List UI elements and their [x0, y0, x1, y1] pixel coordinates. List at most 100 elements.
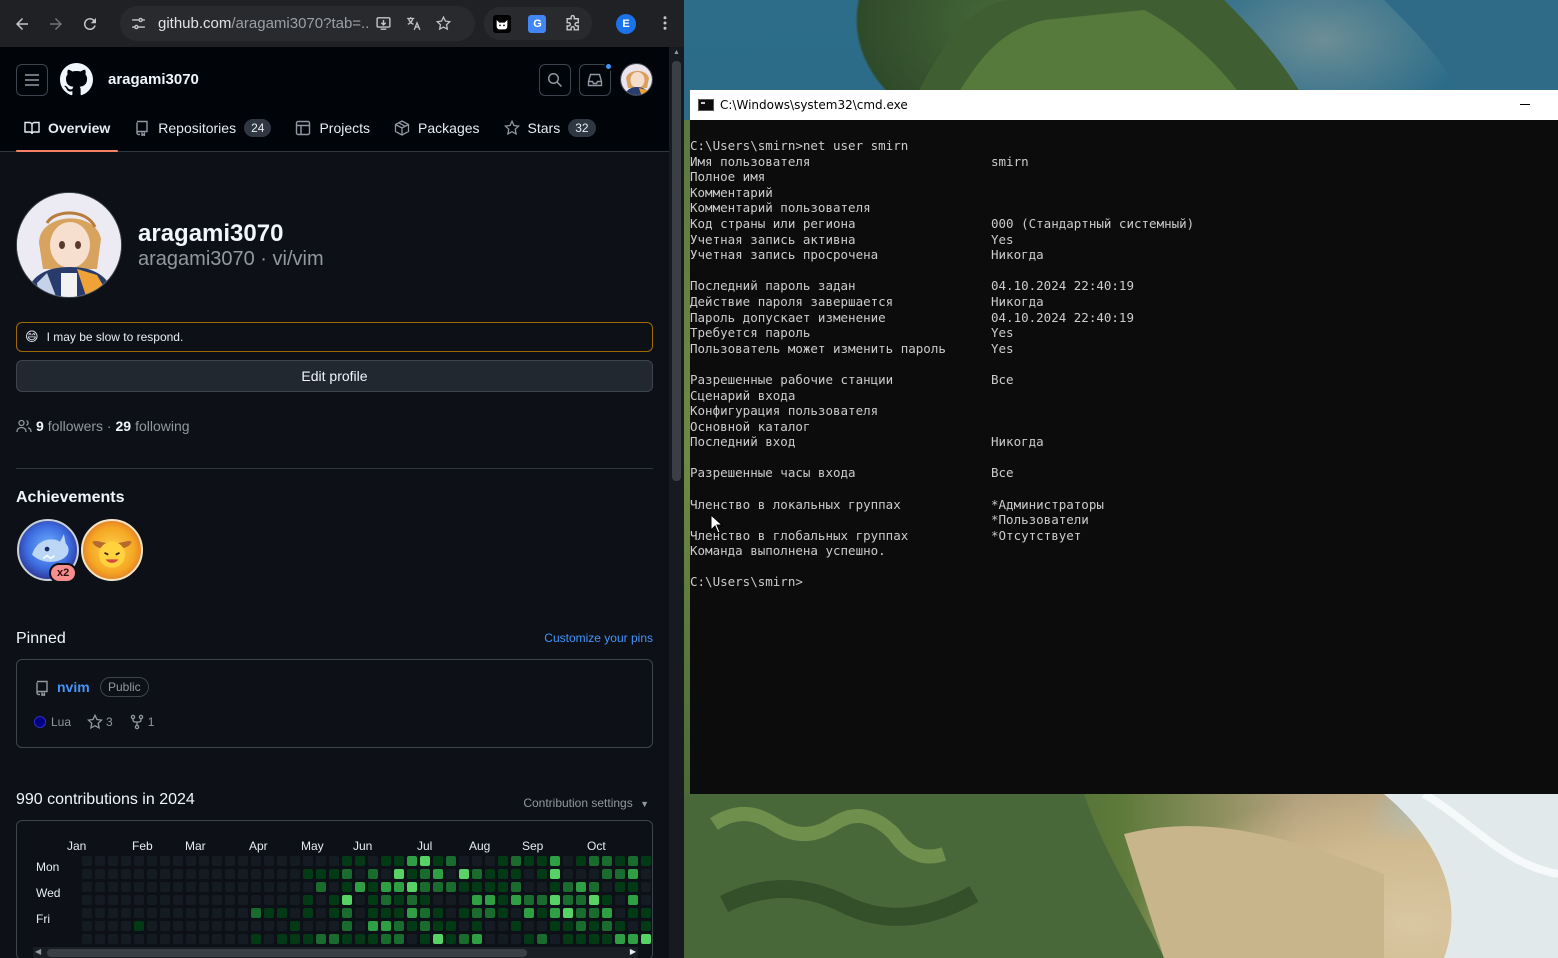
- contribution-cell[interactable]: [446, 869, 456, 879]
- contribution-cell[interactable]: [615, 921, 625, 931]
- contribution-cell[interactable]: [394, 869, 404, 879]
- contribution-cell[interactable]: [290, 856, 300, 866]
- contribution-cell[interactable]: [277, 934, 287, 944]
- contribution-cell[interactable]: [524, 934, 534, 944]
- contribution-cell[interactable]: [329, 856, 339, 866]
- profile-avatar[interactable]: [16, 192, 122, 298]
- contribution-cell[interactable]: [576, 934, 586, 944]
- contribution-cell[interactable]: [238, 934, 248, 944]
- contribution-cell[interactable]: [563, 882, 573, 892]
- contribution-cell[interactable]: [407, 921, 417, 931]
- contribution-cell[interactable]: [511, 921, 521, 931]
- contribution-cell[interactable]: [316, 856, 326, 866]
- browser-profile-avatar[interactable]: E: [616, 14, 636, 34]
- contribution-cell[interactable]: [524, 856, 534, 866]
- cmd-titlebar[interactable]: C:\Windows\system32\cmd.exe: [690, 90, 1558, 120]
- contribution-cell[interactable]: [95, 908, 105, 918]
- contribution-cell[interactable]: [368, 895, 378, 905]
- contribution-cell[interactable]: [212, 882, 222, 892]
- contribution-cell[interactable]: [303, 869, 313, 879]
- contribution-cell[interactable]: [134, 934, 144, 944]
- contribution-cell[interactable]: [264, 882, 274, 892]
- contribution-cell[interactable]: [433, 869, 443, 879]
- contribution-cell[interactable]: [550, 908, 560, 918]
- contribution-cell[interactable]: [381, 934, 391, 944]
- reload-button[interactable]: [73, 7, 107, 41]
- contribution-cell[interactable]: [121, 869, 131, 879]
- contribution-cell[interactable]: [82, 869, 92, 879]
- contribution-cell[interactable]: [420, 869, 430, 879]
- contribution-cell[interactable]: [303, 895, 313, 905]
- contribution-cell[interactable]: [264, 934, 274, 944]
- contribution-cell[interactable]: [368, 856, 378, 866]
- contribution-cell[interactable]: [446, 895, 456, 905]
- contribution-cell[interactable]: [251, 895, 261, 905]
- menu-button[interactable]: [16, 64, 48, 96]
- address-bar[interactable]: github.com/aragami3070?tab=...: [120, 6, 475, 41]
- contribution-cell[interactable]: [537, 934, 547, 944]
- contribution-cell[interactable]: [472, 882, 482, 892]
- contribution-cell[interactable]: [511, 908, 521, 918]
- contribution-cell[interactable]: [238, 921, 248, 931]
- contribution-cell[interactable]: [381, 895, 391, 905]
- contribution-cell[interactable]: [212, 934, 222, 944]
- contribution-cell[interactable]: [134, 921, 144, 931]
- contribution-cell[interactable]: [238, 856, 248, 866]
- contribution-cell[interactable]: [355, 908, 365, 918]
- contribution-cell[interactable]: [212, 856, 222, 866]
- contribution-cell[interactable]: [173, 921, 183, 931]
- contribution-cell[interactable]: [602, 882, 612, 892]
- contribution-cell[interactable]: [82, 934, 92, 944]
- contribution-cell[interactable]: [589, 934, 599, 944]
- contribution-cell[interactable]: [108, 934, 118, 944]
- contribution-cell[interactable]: [121, 895, 131, 905]
- contribution-cell[interactable]: [173, 895, 183, 905]
- site-info-icon[interactable]: [128, 9, 148, 39]
- contribution-cell[interactable]: [394, 934, 404, 944]
- contribution-cell[interactable]: [316, 869, 326, 879]
- contribution-cell[interactable]: [134, 869, 144, 879]
- contribution-cell[interactable]: [238, 895, 248, 905]
- contribution-cell[interactable]: [355, 934, 365, 944]
- contribution-cell[interactable]: [342, 882, 352, 892]
- contribution-cell[interactable]: [329, 869, 339, 879]
- contribution-cell[interactable]: [563, 856, 573, 866]
- contribution-cell[interactable]: [641, 934, 651, 944]
- user-avatar-menu[interactable]: [620, 63, 653, 96]
- contribution-cell[interactable]: [277, 869, 287, 879]
- contribution-cell[interactable]: [511, 882, 521, 892]
- contribution-cell[interactable]: [160, 895, 170, 905]
- edit-profile-button[interactable]: Edit profile: [16, 360, 653, 392]
- extensions-puzzle-icon[interactable]: [564, 14, 583, 33]
- contribution-cell[interactable]: [602, 921, 612, 931]
- contribution-cell[interactable]: [121, 921, 131, 931]
- install-app-icon[interactable]: [368, 9, 398, 39]
- contribution-cell[interactable]: [628, 921, 638, 931]
- contribution-cell[interactable]: [641, 921, 651, 931]
- contribution-cell[interactable]: [368, 908, 378, 918]
- contribution-cell[interactable]: [615, 895, 625, 905]
- contribution-cell[interactable]: [134, 856, 144, 866]
- contribution-cell[interactable]: [485, 895, 495, 905]
- contribution-cell[interactable]: [303, 934, 313, 944]
- contribution-cell[interactable]: [589, 895, 599, 905]
- scroll-right-icon[interactable]: ▶: [630, 947, 636, 956]
- contribution-cell[interactable]: [550, 895, 560, 905]
- contribution-cell[interactable]: [433, 934, 443, 944]
- contribution-cell[interactable]: [498, 882, 508, 892]
- contribution-cell[interactable]: [407, 882, 417, 892]
- contribution-cell[interactable]: [212, 921, 222, 931]
- contribution-cell[interactable]: [446, 934, 456, 944]
- contribution-cell[interactable]: [290, 921, 300, 931]
- customize-pins-link[interactable]: Customize your pins: [544, 631, 653, 645]
- contribution-cell[interactable]: [511, 934, 521, 944]
- contribution-cell[interactable]: [342, 869, 352, 879]
- minimize-icon[interactable]: [1520, 104, 1530, 105]
- contribution-cell[interactable]: [485, 856, 495, 866]
- contribution-cell[interactable]: [95, 895, 105, 905]
- contribution-cell[interactable]: [134, 908, 144, 918]
- contribution-cell[interactable]: [160, 908, 170, 918]
- contribution-cell[interactable]: [186, 882, 196, 892]
- contribution-cell[interactable]: [420, 856, 430, 866]
- contribution-cell[interactable]: [199, 934, 209, 944]
